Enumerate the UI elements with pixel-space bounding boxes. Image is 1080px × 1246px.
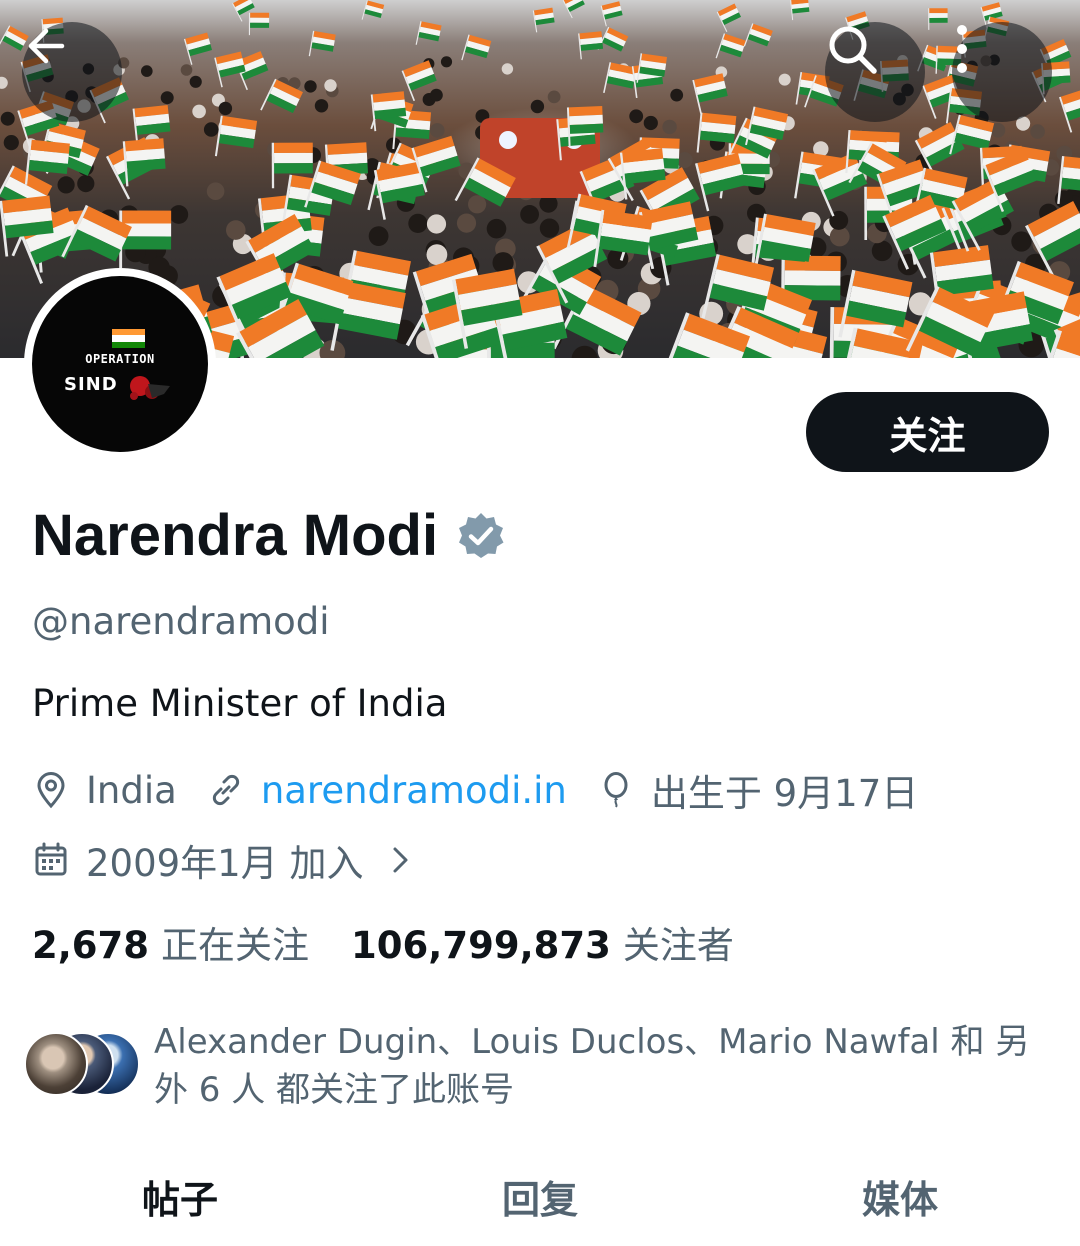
avatar	[24, 1032, 88, 1096]
joined-text: 2009年1月 加入	[86, 842, 364, 885]
mutual-followers-avatars[interactable]	[24, 1032, 142, 1096]
india-flag-icon	[112, 329, 145, 348]
followers-label: 关注者	[622, 924, 734, 967]
display-name: Narendra Modi	[32, 503, 439, 568]
location-item: India	[32, 769, 177, 812]
balloon-icon	[604, 772, 628, 808]
joined-row[interactable]: 2009年1月 加入	[32, 833, 413, 887]
profile-handle: @narendramodi	[32, 600, 330, 643]
website-item[interactable]: narendramodi.in	[207, 769, 567, 812]
tab-media[interactable]: 媒体	[720, 1168, 1080, 1246]
tab-replies[interactable]: 回复	[360, 1168, 720, 1246]
profile-bio: Prime Minister of India	[32, 682, 448, 725]
location-text: India	[86, 768, 177, 812]
follow-counts: 2,678 正在关注 106,799,873 关注者	[32, 915, 776, 969]
followers-link[interactable]: 106,799,873 关注者	[351, 915, 734, 969]
avatar-image: OPERATION SIND	[32, 276, 208, 452]
search-icon	[829, 26, 877, 74]
profile-name-row: Narendra Modi	[32, 502, 506, 569]
chevron-right-icon	[393, 847, 408, 873]
back-button[interactable]	[22, 22, 122, 122]
avatar-text-line1: OPERATION	[85, 352, 155, 366]
profile-meta-row: India narendramodi.in 出生于 9月17日	[32, 763, 948, 817]
calendar-icon	[35, 842, 67, 876]
website-link[interactable]: narendramodi.in	[261, 769, 567, 812]
verified-badge-icon[interactable]	[456, 511, 506, 561]
following-label: 正在关注	[161, 924, 310, 967]
more-vertical-icon	[957, 25, 967, 73]
followers-count: 106,799,873	[351, 924, 611, 967]
mutual-followers-text[interactable]: Alexander Dugin、Louis Duclos、Mario Nawfa…	[154, 1018, 1054, 1114]
following-count: 2,678	[32, 924, 150, 967]
more-options-button[interactable]	[952, 22, 1052, 122]
follow-button[interactable]: 关注	[806, 392, 1049, 472]
tab-posts[interactable]: 帖子	[0, 1168, 360, 1246]
avatar-text-line2: SIND	[64, 374, 118, 395]
location-pin-icon	[37, 772, 65, 809]
search-button[interactable]	[825, 22, 925, 122]
birthday-item: 出生于 9月17日	[597, 763, 918, 817]
red-splash-icon	[130, 376, 170, 400]
profile-tabs: 帖子 回复 媒体	[0, 1168, 1080, 1246]
arrow-left-icon	[28, 28, 65, 64]
link-icon	[212, 774, 239, 806]
following-link[interactable]: 2,678 正在关注	[32, 915, 309, 969]
birthday-text: 出生于 9月17日	[650, 772, 919, 815]
profile-avatar[interactable]: OPERATION SIND	[24, 268, 216, 460]
